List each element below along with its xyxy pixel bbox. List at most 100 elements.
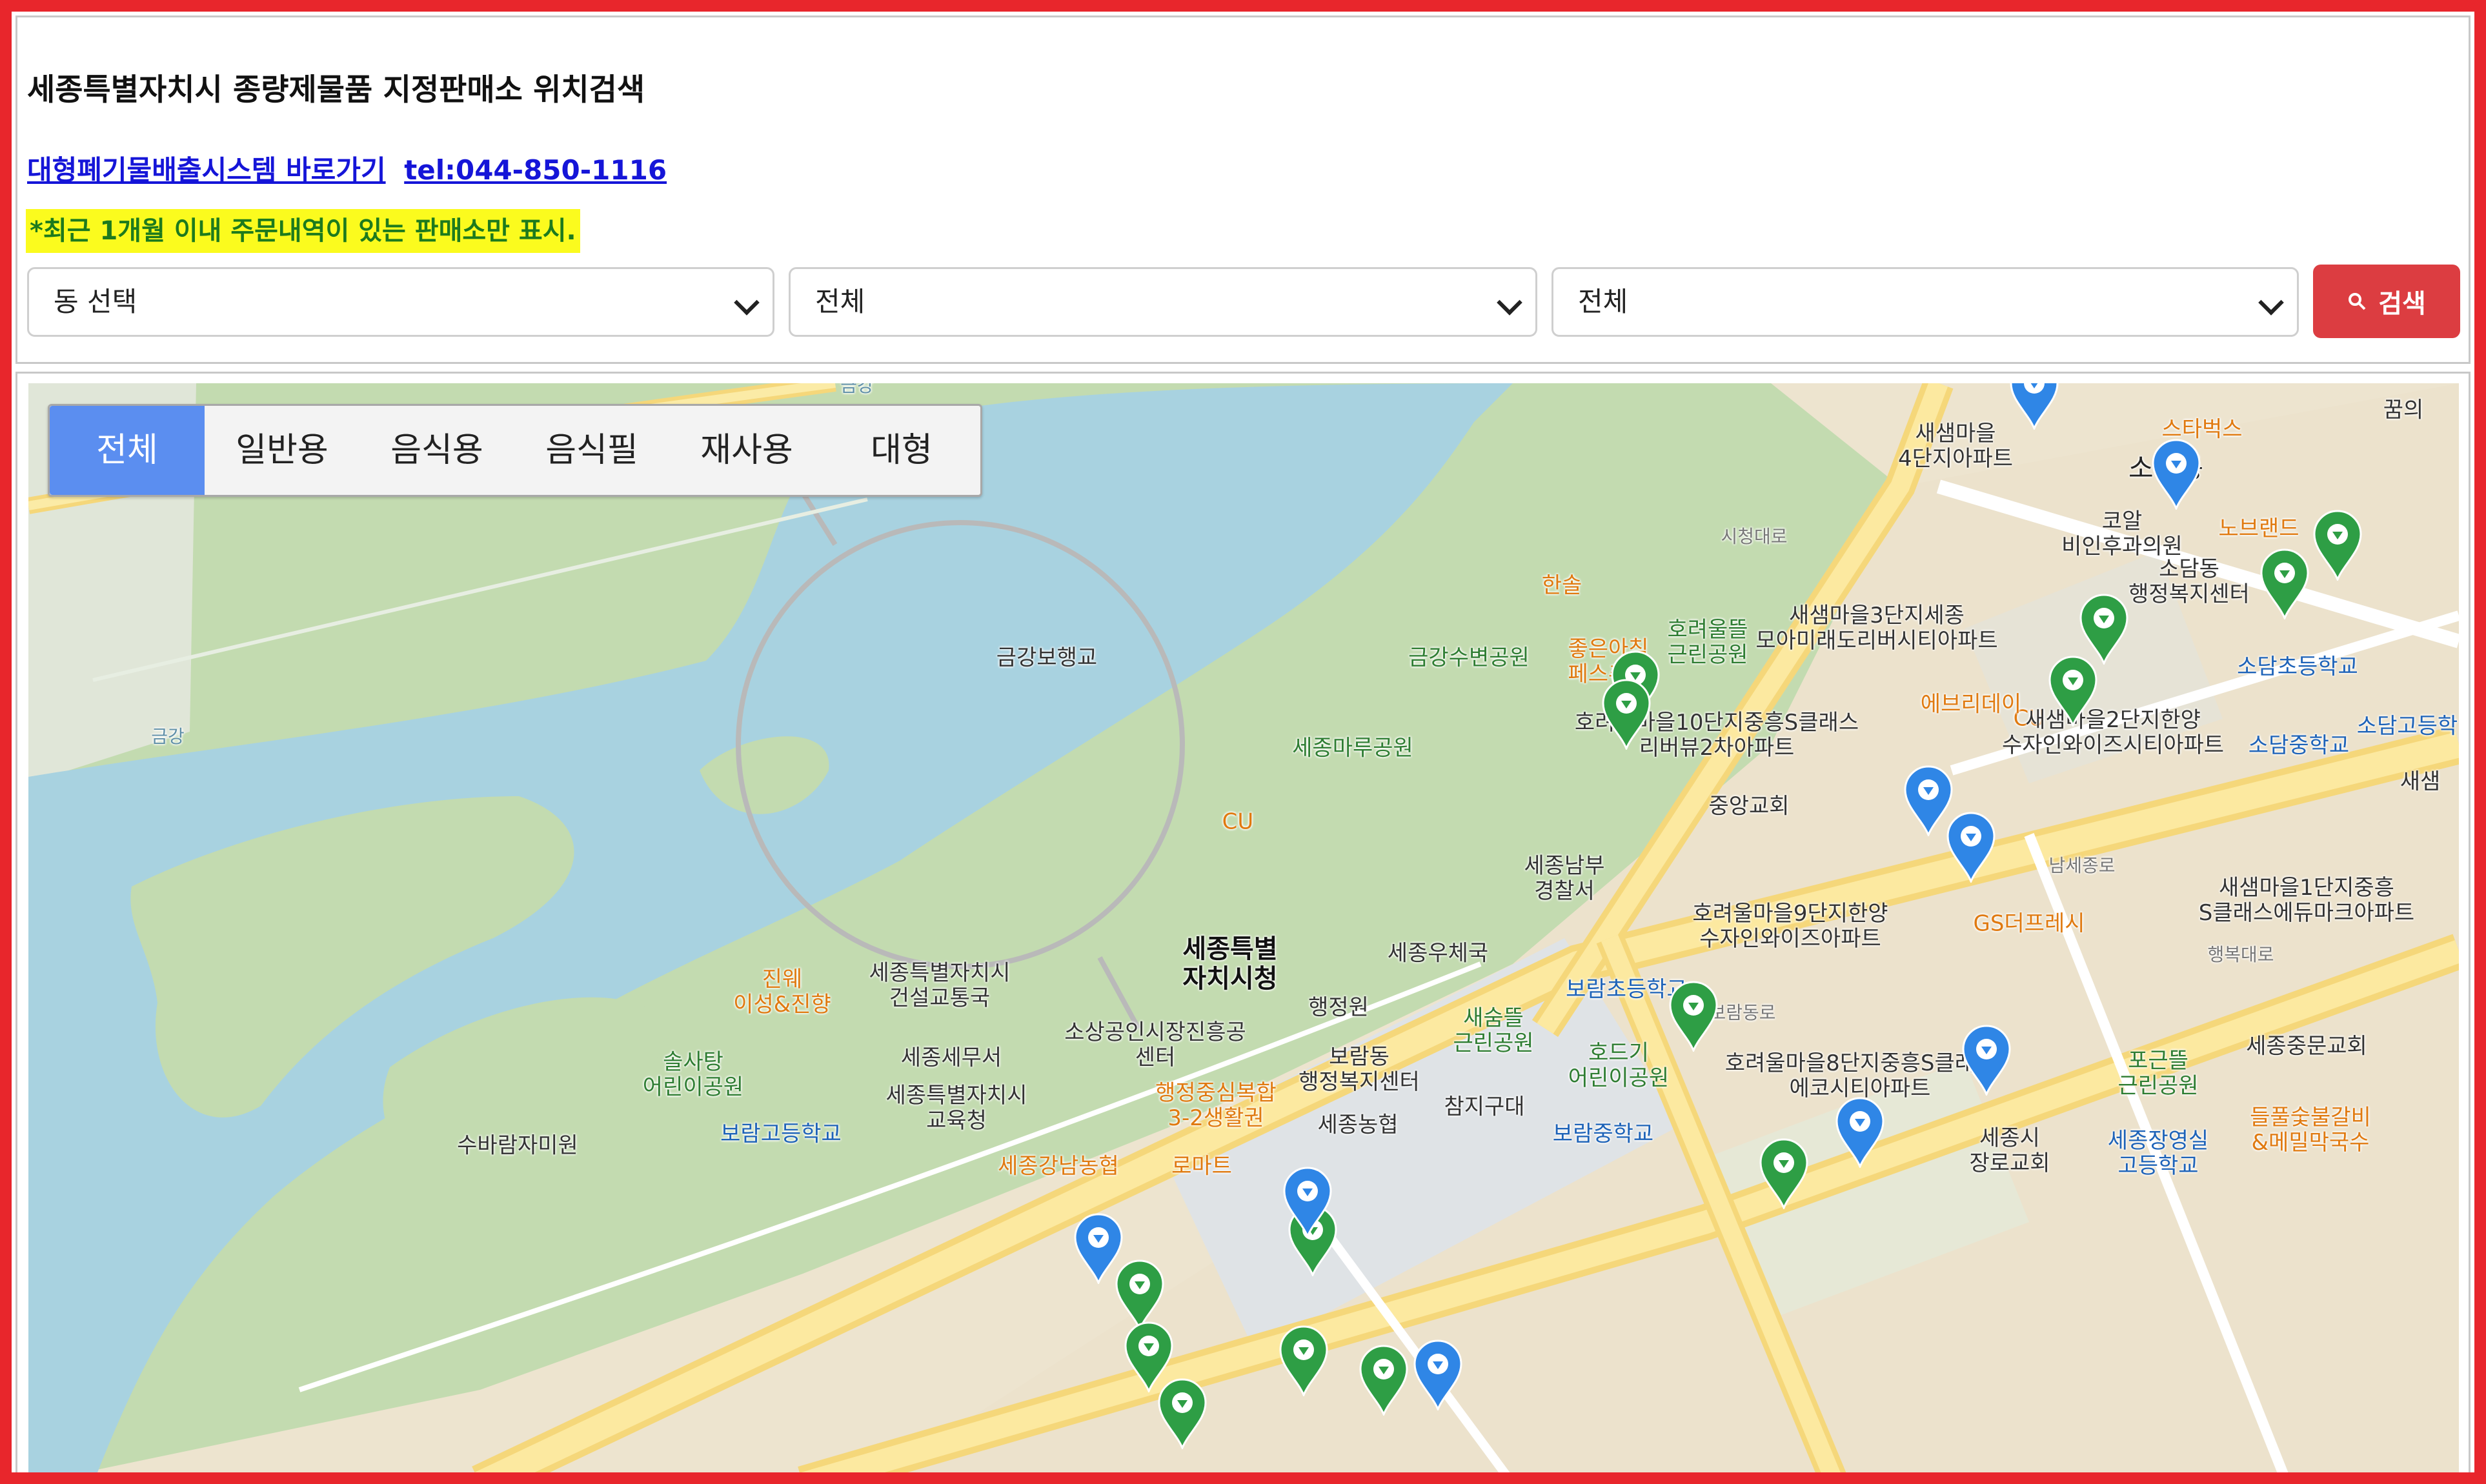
map-label-sodam-high: 소담고등학 bbox=[2356, 713, 2458, 739]
chevron-down-icon bbox=[734, 290, 760, 316]
map-pin-icon bbox=[2010, 383, 2059, 431]
map-label-horyeo8: 호려울마을8단지중흥S클래스 에코시티아파트 bbox=[1724, 1050, 1996, 1101]
map-label-horyeo9: 호려울마을9단지한양 수자인와이즈아파트 bbox=[1692, 900, 1888, 952]
map-label-sejong-central-church: 세종중문교회 bbox=[2246, 1033, 2367, 1059]
category-select[interactable]: 전체 bbox=[789, 267, 1537, 337]
store-marker-blue[interactable] bbox=[1945, 810, 1997, 884]
map-pin-icon bbox=[1158, 1378, 1207, 1450]
map-label-construction: 세종특별자치시 건설교통국 bbox=[869, 959, 1011, 1011]
map-label-gs-fresh: GS더프레시 bbox=[1973, 910, 2085, 937]
map-label-ggum: 꿈의 bbox=[2383, 397, 2424, 423]
map-label-everyday: 에브리데이 bbox=[1920, 691, 2022, 717]
store-marker-blue[interactable] bbox=[1961, 1023, 2012, 1097]
tab-3[interactable]: 음식필 bbox=[514, 406, 669, 495]
map-pin-icon bbox=[1413, 1339, 1462, 1412]
map-filter-tabs: 전체 일반용 음식용 음식필 재사용 대형 bbox=[48, 404, 982, 497]
tab-5[interactable]: 대형 bbox=[824, 406, 979, 495]
store-marker-green[interactable] bbox=[1157, 1377, 1208, 1450]
map-pin-icon bbox=[2313, 510, 2362, 582]
map-pin-icon bbox=[1669, 981, 1718, 1053]
map-label-saesam4: 새샘마을 4단지아파트 bbox=[1897, 420, 2014, 472]
page-title: 세종특별자치시 종량제물품 지정판매소 위치검색 bbox=[27, 72, 645, 108]
map-label-sosang: 소상공인시장진흥공 센터 bbox=[1064, 1019, 1246, 1070]
map-label-saesom-park: 새숨뜰 근린공원 bbox=[1453, 1005, 1534, 1056]
chevron-down-icon bbox=[2258, 290, 2284, 316]
category-select-value: 전체 bbox=[815, 286, 865, 317]
map-label-road-sichong: 시청대로 bbox=[1721, 525, 1788, 547]
search-icon bbox=[2349, 293, 2366, 310]
map-label-city-hall: 세종특별 자치시청 bbox=[1182, 934, 1278, 994]
search-button[interactable]: 검색 bbox=[2313, 265, 2460, 338]
map-label-saesam1: 새샘마을1단지중흥 S클래스에듀마크아파트 bbox=[2198, 874, 2415, 926]
tab-4[interactable]: 재사용 bbox=[669, 406, 824, 495]
map-label-hodogi: 호드기 어린이공원 bbox=[1568, 1039, 1670, 1091]
chevron-down-icon bbox=[1497, 290, 1522, 316]
map-label-tax-office: 세종세무서 bbox=[900, 1045, 1002, 1071]
tab-1[interactable]: 일반용 bbox=[205, 406, 359, 495]
map-pin-icon bbox=[1283, 1167, 1332, 1239]
store-marker-green[interactable] bbox=[2259, 547, 2310, 621]
map-pin-icon bbox=[1946, 812, 1996, 884]
map-label-geumgang-park: 금강수변공원 bbox=[1408, 645, 1530, 671]
dong-select-value: 동 선택 bbox=[54, 286, 137, 317]
map-label-sae: 새샘 bbox=[2400, 768, 2441, 795]
map-label-sodam-welfare: 소담동 행정복지센터 bbox=[2128, 556, 2250, 607]
store-marker-green[interactable] bbox=[2312, 508, 2363, 582]
map-label-boram-welfare: 보람동 행정복지센터 bbox=[1299, 1043, 1420, 1095]
map-label-river2: 금강 bbox=[151, 725, 185, 747]
map-label-boram-high: 보람고등학교 bbox=[720, 1121, 842, 1147]
map-pin-icon bbox=[1759, 1138, 1808, 1210]
tab-0[interactable]: 전체 bbox=[50, 406, 205, 495]
map-pin-icon bbox=[1835, 1097, 1885, 1169]
store-marker-blue[interactable] bbox=[1282, 1165, 1333, 1239]
recent-order-notice: *최근 1개월 이내 주문내역이 있는 판매소만 표시. bbox=[26, 209, 580, 253]
link-row: 대형폐기물배출시스템 바로가기 tel:044-850-1116 bbox=[27, 148, 676, 188]
map-label-river1: 금강 bbox=[840, 383, 874, 396]
map-label-sodam-elem: 소담초등학교 bbox=[2237, 654, 2358, 680]
store-marker-blue[interactable] bbox=[1412, 1338, 1464, 1412]
map-label-koal: 코알 비인후과의원 bbox=[2061, 508, 2183, 559]
map-label-dulpul: 들풀숯불갈비 &메밀막국수 bbox=[2250, 1104, 2371, 1156]
store-marker-blue[interactable] bbox=[1834, 1096, 1886, 1169]
store-marker-blue[interactable] bbox=[2008, 383, 2060, 431]
map-label-jigudae: 참지구대 bbox=[1444, 1094, 1525, 1120]
map-label-sejong-maru: 세종마루공원 bbox=[1292, 735, 1413, 761]
store-marker-blue[interactable] bbox=[1073, 1212, 1124, 1285]
map-pin-icon bbox=[1602, 679, 1651, 751]
map-label-jangro: 세종시 장로교회 bbox=[1969, 1125, 2050, 1176]
bulky-waste-system-link[interactable]: 대형폐기물배출시스템 바로가기 bbox=[27, 154, 386, 186]
store-marker-blue[interactable] bbox=[2150, 437, 2202, 511]
map-pin-icon bbox=[2152, 439, 2201, 511]
map-label-horyeo-park: 호려울뜰 근린공원 bbox=[1667, 616, 1748, 668]
store-marker-green[interactable] bbox=[1668, 979, 1719, 1053]
map-pin-icon bbox=[2048, 656, 2097, 728]
store-marker-green[interactable] bbox=[1758, 1137, 1810, 1210]
map-label-saesam3: 새샘마을3단지세종 모아미래도리버시티아파트 bbox=[1755, 602, 1998, 654]
phone-link[interactable]: tel:044-850-1116 bbox=[404, 154, 667, 186]
map-label-novland: 노브랜드 bbox=[2218, 516, 2299, 542]
map-label-road-haengbok: 행복대로 bbox=[2207, 943, 2274, 965]
subcategory-select[interactable]: 전체 bbox=[1551, 267, 2299, 337]
map-label-geumgang-bridge: 금강보행교 bbox=[996, 645, 1098, 671]
map-label-boram-middle: 보람중학교 bbox=[1552, 1121, 1654, 1147]
store-marker-green[interactable] bbox=[1278, 1324, 1329, 1398]
store-marker-green[interactable] bbox=[1601, 677, 1652, 751]
map-label-hansol: 한솔 bbox=[1541, 572, 1582, 599]
map-label-road-namsejong: 남세종로 bbox=[2048, 854, 2116, 876]
store-marker-green[interactable] bbox=[2047, 654, 2099, 728]
map-pin-icon bbox=[1359, 1345, 1408, 1417]
map-label-sejong-nh: 세종농협 bbox=[1317, 1112, 1399, 1138]
tab-2[interactable]: 음식용 bbox=[359, 406, 514, 495]
map-label-subarang: 수바람자미원 bbox=[457, 1132, 578, 1159]
map-label-edu-office: 세종특별자치시 교육청 bbox=[885, 1082, 1027, 1134]
map-label-saesam2: 새샘마을2단지한양 수자인와이즈시티아파트 bbox=[2001, 707, 2225, 758]
map-label-jinwoong: 진웨 이성&진향 bbox=[733, 966, 831, 1018]
map-pin-icon bbox=[1074, 1213, 1123, 1285]
map-label-sodam-middle: 소담중학교 bbox=[2248, 732, 2350, 759]
map-label-admin-complex: 행정중심복합 3-2생활권 bbox=[1155, 1079, 1277, 1131]
store-marker-green[interactable] bbox=[1358, 1343, 1410, 1417]
map[interactable]: 전체 일반용 음식용 음식필 재사용 대형 금강 금강 금강보행교 금강수변공원 세종마루공원 CU… bbox=[28, 383, 2459, 1484]
dong-select[interactable]: 동 선택 bbox=[27, 267, 774, 337]
subcategory-select-value: 전체 bbox=[1578, 286, 1628, 317]
search-button-label: 검색 bbox=[2378, 289, 2426, 319]
